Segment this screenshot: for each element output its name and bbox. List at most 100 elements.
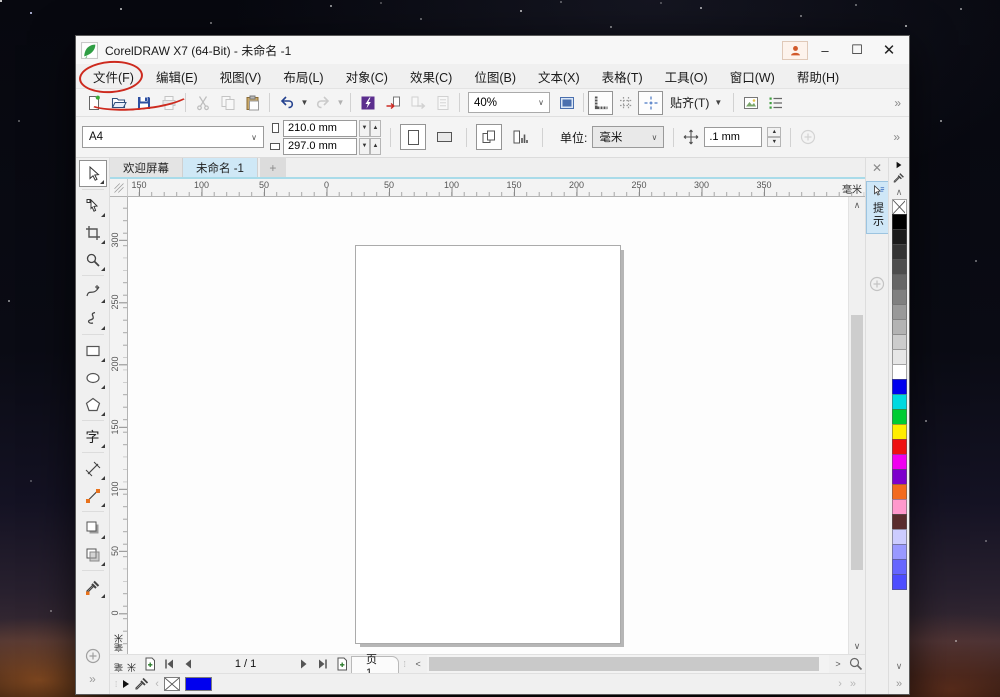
undo-dropdown-icon[interactable]: ▼ xyxy=(299,91,310,115)
previous-page-button[interactable] xyxy=(178,655,197,673)
color-swatch-gray-40[interactable] xyxy=(891,304,907,320)
page-tab[interactable]: 页 1 xyxy=(351,654,400,679)
horizontal-scrollbar[interactable]: < > xyxy=(410,655,846,673)
height-up-button[interactable]: ▲ xyxy=(370,137,381,155)
splitter-handle[interactable]: ⁞ xyxy=(399,655,410,673)
polygon-tool[interactable] xyxy=(79,391,107,418)
propbar-overflow-button[interactable]: » xyxy=(893,130,903,144)
color-swatch-periwinkle[interactable] xyxy=(891,544,907,560)
units-select[interactable]: 毫米 ∨ xyxy=(592,126,665,148)
color-swatch-gray-20[interactable] xyxy=(891,334,907,350)
color-swatch-medium-blue[interactable] xyxy=(891,559,907,575)
save-button[interactable] xyxy=(131,91,156,115)
document-tab-0[interactable]: 欢迎屏幕 xyxy=(110,158,183,177)
ellipse-tool[interactable] xyxy=(79,364,107,391)
freehand-tool[interactable] xyxy=(79,278,107,305)
horizontal-scroll-thumb[interactable] xyxy=(429,657,819,671)
drop-shadow-tool[interactable] xyxy=(79,514,107,541)
parallel-dimension-tool[interactable] xyxy=(79,455,107,482)
drawing-canvas[interactable] xyxy=(128,197,848,654)
options-button[interactable] xyxy=(738,91,763,115)
nudge-down-button[interactable]: ▼ xyxy=(767,137,782,147)
title-bar[interactable]: CorelDRAW X7 (64-Bit) - 未命名 -1 – ☐ ✕ xyxy=(76,36,909,64)
add-tool-icon[interactable] xyxy=(85,648,101,664)
quick-customize-icon[interactable] xyxy=(869,276,885,292)
current-page-button[interactable] xyxy=(507,124,533,150)
nudge-distance-input[interactable]: .1 mm xyxy=(704,127,763,147)
color-swatch-pale-lavender[interactable] xyxy=(891,529,907,545)
color-swatch-green[interactable] xyxy=(891,409,907,425)
color-swatch-orange[interactable] xyxy=(891,484,907,500)
palette-eyedropper-icon[interactable] xyxy=(893,172,906,185)
toolbox-overflow-icon[interactable]: » xyxy=(89,672,96,686)
connector-tool[interactable] xyxy=(79,482,107,509)
eyedropper-icon[interactable] xyxy=(134,676,150,692)
menu-item-table[interactable]: 表格(T) xyxy=(591,63,654,90)
menu-item-object[interactable]: 对象(C) xyxy=(335,63,399,90)
show-guidelines-button[interactable] xyxy=(638,90,663,115)
show-grid-button[interactable] xyxy=(613,91,638,115)
vertical-ruler[interactable]: 毫米 300 250 200 150 100 50 0 xyxy=(110,197,128,654)
scroll-right-icon[interactable]: > xyxy=(830,655,846,673)
menu-item-help[interactable]: 帮助(H) xyxy=(786,63,850,90)
document-tab-1[interactable]: 未命名 -1 xyxy=(183,158,258,177)
hints-docker-tab[interactable]: 提示 xyxy=(866,181,888,234)
toolbar-overflow-button[interactable]: » xyxy=(894,96,904,110)
scroll-down-icon[interactable]: ∨ xyxy=(849,638,865,654)
next-page-button[interactable] xyxy=(294,655,313,673)
minimize-button[interactable]: – xyxy=(810,39,840,61)
color-swatch-white[interactable] xyxy=(891,364,907,380)
color-swatch-gray-10[interactable] xyxy=(891,349,907,365)
ruler-origin-button[interactable] xyxy=(110,179,128,197)
zoom-level-select[interactable]: 40% ∨ xyxy=(468,92,550,113)
undo-button[interactable] xyxy=(274,91,299,115)
palette-scroll-down-icon[interactable]: ∨ xyxy=(896,661,903,672)
smart-drawing-tool[interactable] xyxy=(79,305,107,332)
search-content-button[interactable] xyxy=(355,91,380,115)
color-swatch-gray-70[interactable] xyxy=(891,259,907,275)
fill-color-swatch[interactable] xyxy=(184,677,212,691)
horizontal-ruler[interactable]: 毫米 150 100 50 0 50 100 150 200 250 300 350 xyxy=(128,179,865,197)
paste-button[interactable] xyxy=(240,91,265,115)
crop-tool[interactable] xyxy=(79,219,107,246)
width-up-button[interactable]: ▲ xyxy=(370,119,381,137)
text-tool[interactable]: 字 xyxy=(79,423,107,450)
nudge-up-button[interactable]: ▲ xyxy=(767,127,782,137)
customize-button[interactable] xyxy=(763,91,788,115)
palette-overflow-icon[interactable]: » xyxy=(896,678,902,690)
color-swatch-dark-brown[interactable] xyxy=(891,514,907,530)
statusbar-overflow-icon[interactable]: » xyxy=(850,678,856,690)
all-pages-button[interactable] xyxy=(476,124,502,150)
fullscreen-preview-button[interactable] xyxy=(554,91,579,115)
color-swatch-pink[interactable] xyxy=(891,499,907,515)
color-swatch-cyan[interactable] xyxy=(891,394,907,410)
scroll-left-icon[interactable]: < xyxy=(410,655,426,673)
first-page-button[interactable] xyxy=(159,655,178,673)
portrait-button[interactable] xyxy=(400,124,426,150)
menu-item-bitmaps[interactable]: 位图(B) xyxy=(463,63,527,90)
menu-item-effects[interactable]: 效果(C) xyxy=(399,63,463,90)
color-swatch-yellow[interactable] xyxy=(891,424,907,440)
outline-color-swatch[interactable] xyxy=(163,677,180,691)
menu-item-file[interactable]: 文件(F) xyxy=(82,63,145,90)
add-page-end-button[interactable] xyxy=(332,655,351,673)
color-swatch-gray-90[interactable] xyxy=(891,229,907,245)
new-document-tab-button[interactable]: + xyxy=(259,158,286,177)
color-swatch-red[interactable] xyxy=(891,439,907,455)
menu-item-tools[interactable]: 工具(O) xyxy=(654,63,719,90)
snap-to-dropdown[interactable]: 贴齐(T) ▼ xyxy=(663,91,729,115)
import-button[interactable] xyxy=(380,91,405,115)
color-swatch-black[interactable] xyxy=(891,214,907,230)
menu-item-window[interactable]: 窗口(W) xyxy=(719,63,786,90)
color-swatch-gray-60[interactable] xyxy=(891,274,907,290)
color-swatch-no-color[interactable] xyxy=(891,199,907,215)
color-swatch-gray-30[interactable] xyxy=(891,319,907,335)
vertical-scrollbar[interactable]: ∧ ∨ xyxy=(848,197,865,654)
palette-scroll-up-icon[interactable]: ∧ xyxy=(896,187,903,198)
last-page-button[interactable] xyxy=(313,655,332,673)
transparency-tool[interactable] xyxy=(79,541,107,568)
menu-item-text[interactable]: 文本(X) xyxy=(527,63,591,90)
color-swatch-gray-50[interactable] xyxy=(891,289,907,305)
menu-item-layout[interactable]: 布局(L) xyxy=(272,63,334,90)
palette-flyout-icon[interactable] xyxy=(896,161,902,169)
